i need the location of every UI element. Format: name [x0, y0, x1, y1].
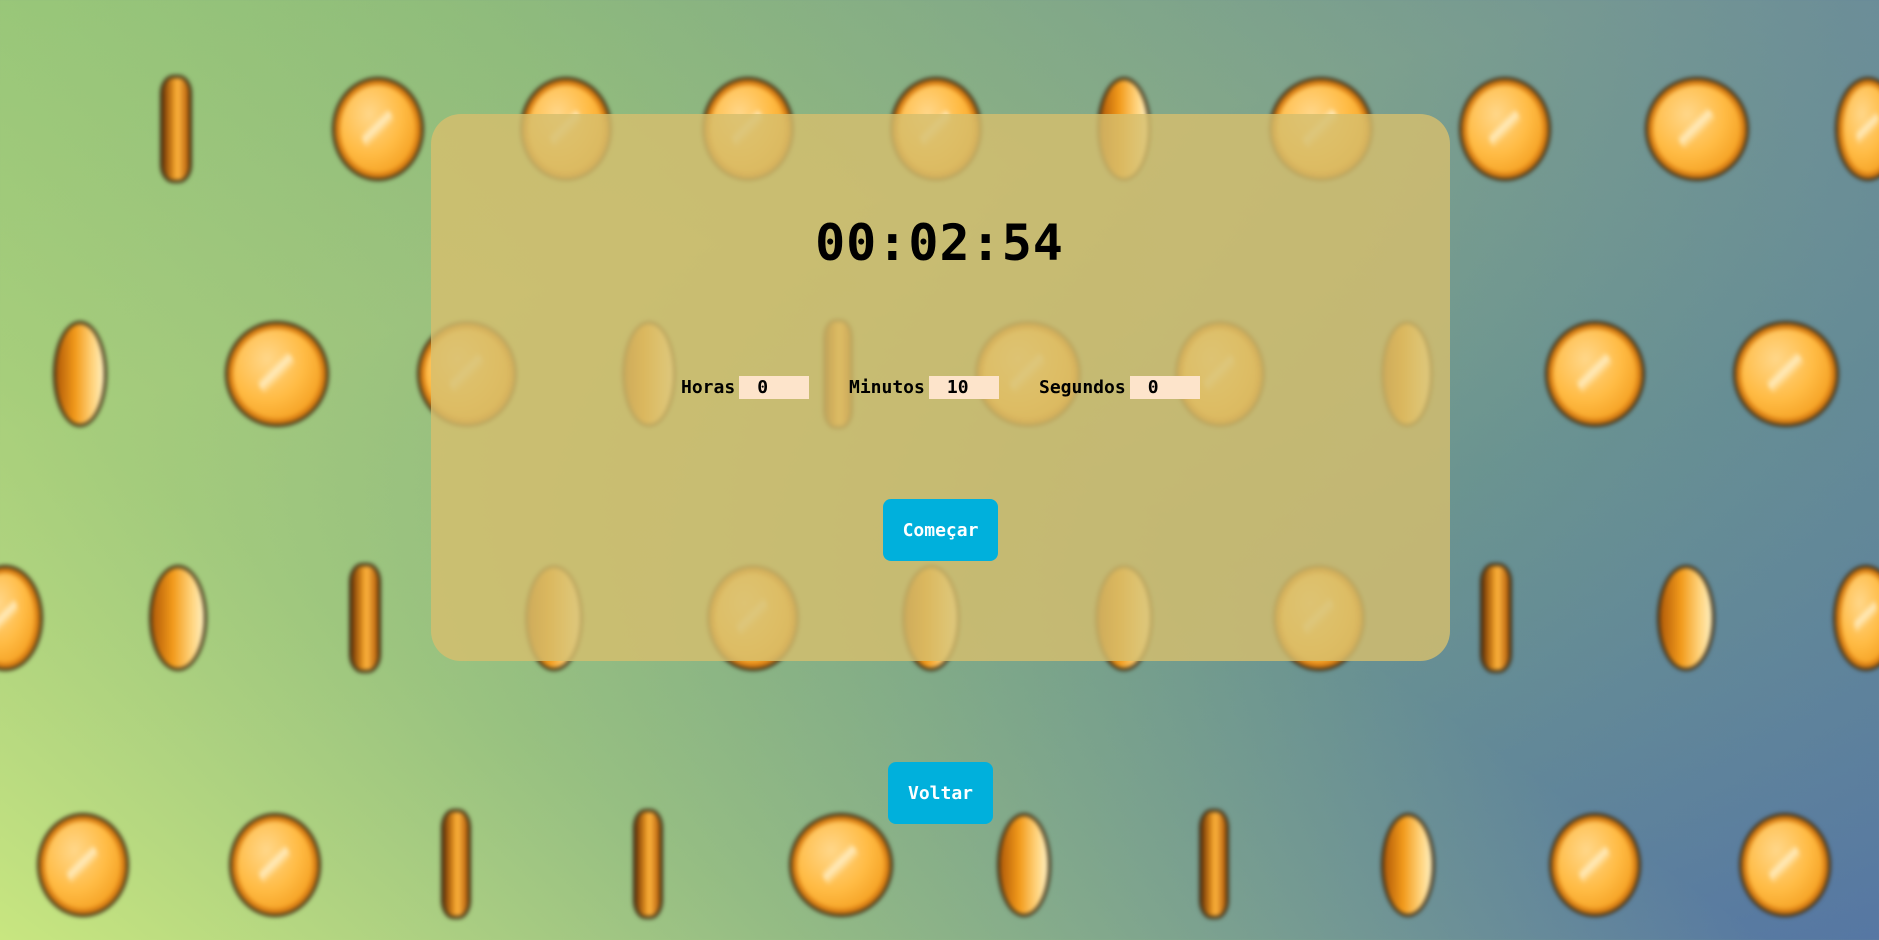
- coin-icon: [444, 812, 468, 916]
- start-button[interactable]: Começar: [883, 499, 998, 561]
- time-inputs-row: Horas Minutos Segundos: [0, 374, 1879, 400]
- hours-input[interactable]: [739, 375, 810, 399]
- coin-icon: [1742, 816, 1828, 914]
- coin-icon: [1202, 812, 1226, 916]
- back-button[interactable]: Voltar: [888, 762, 993, 824]
- seconds-input[interactable]: [1129, 375, 1200, 399]
- hours-field-group: Horas: [681, 374, 810, 400]
- coin-icon: [1838, 80, 1879, 178]
- coin-icon: [40, 816, 126, 914]
- minutes-input[interactable]: [928, 375, 999, 399]
- minutes-label: Minutos: [849, 376, 925, 398]
- seconds-field-group: Segundos: [1039, 374, 1200, 400]
- coin-icon: [1552, 816, 1638, 914]
- coin-icon: [335, 80, 421, 178]
- coin-icon: [1000, 816, 1048, 914]
- coin-icon: [232, 816, 318, 914]
- coin-icon: [0, 568, 40, 668]
- coin-icon: [636, 812, 660, 916]
- coin-icon: [1483, 566, 1509, 670]
- coin-icon: [352, 566, 378, 670]
- coin-icon: [152, 568, 204, 668]
- coin-icon: [1660, 568, 1712, 668]
- coin-icon: [792, 816, 890, 914]
- seconds-label: Segundos: [1039, 376, 1126, 398]
- coin-icon: [1836, 568, 1879, 668]
- minutes-field-group: Minutos: [849, 374, 999, 400]
- coin-icon: [1462, 80, 1548, 178]
- hours-label: Horas: [681, 376, 736, 398]
- coin-icon: [1384, 816, 1432, 914]
- coin-icon: [1648, 80, 1746, 178]
- countdown-display: 00:02:54: [815, 214, 1064, 272]
- coin-icon: [163, 78, 189, 180]
